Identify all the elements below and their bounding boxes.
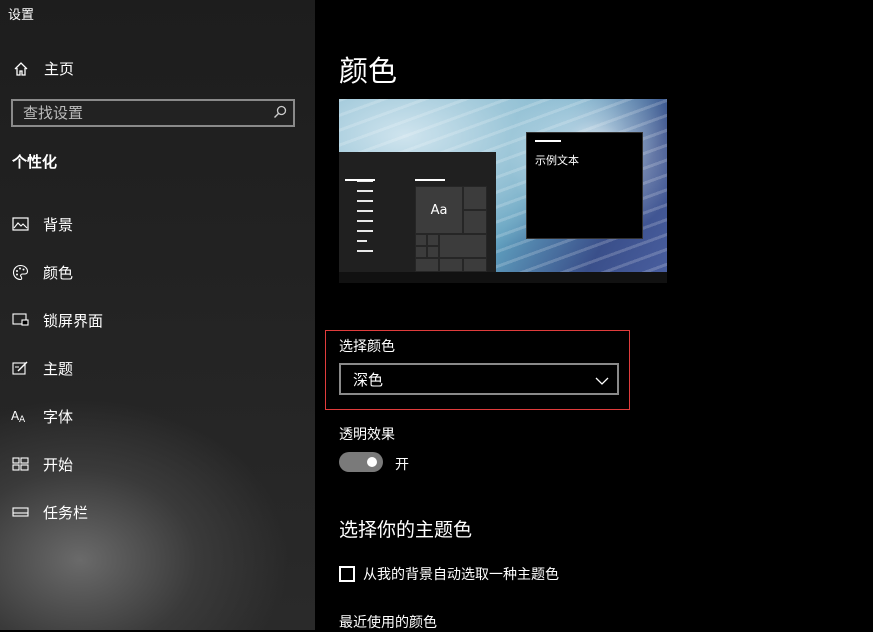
search-box[interactable] bbox=[11, 99, 295, 127]
choose-color-label: 选择颜色 bbox=[339, 339, 395, 355]
sidebar-item-label: 字体 bbox=[43, 407, 74, 426]
home-nav-item[interactable]: 主页 bbox=[12, 58, 74, 79]
sidebar-item-lock-screen[interactable]: 锁屏界面 bbox=[0, 296, 315, 344]
theme-icon bbox=[11, 359, 29, 377]
svg-text:A: A bbox=[19, 415, 26, 423]
accent-color-title: 选择你的主题色 bbox=[339, 519, 473, 541]
section-title: 个性化 bbox=[12, 153, 58, 171]
page-title: 颜色 bbox=[339, 54, 398, 88]
sidebar-item-theme[interactable]: 主题 bbox=[0, 344, 315, 392]
preview-window: 示例文本 bbox=[526, 132, 643, 239]
preview-tile bbox=[463, 186, 487, 210]
auto-accent-checkbox[interactable] bbox=[339, 566, 355, 582]
chevron-down-icon bbox=[595, 370, 609, 389]
color-mode-dropdown[interactable]: 深色 bbox=[339, 363, 619, 395]
preview-start-menu: Aa bbox=[339, 152, 496, 272]
font-icon: AA bbox=[11, 407, 29, 425]
search-icon[interactable] bbox=[273, 104, 287, 123]
preview-tile bbox=[463, 210, 487, 234]
sidebar-item-fonts[interactable]: AA 字体 bbox=[0, 392, 315, 440]
auto-accent-option[interactable]: 从我的背景自动选取一种主题色 bbox=[339, 564, 559, 584]
sidebar-item-label: 锁屏界面 bbox=[43, 311, 104, 330]
preview-window-titlebar bbox=[535, 140, 561, 142]
sidebar-nav: 背景 颜色 锁屏界面 主题 AA 字体 开始 任务栏 bbox=[0, 200, 315, 536]
preview-tile bbox=[427, 246, 439, 258]
sidebar-item-label: 开始 bbox=[43, 455, 74, 474]
preview-app-list bbox=[345, 180, 373, 260]
lock-screen-icon bbox=[11, 311, 29, 329]
sidebar-item-label: 背景 bbox=[43, 215, 74, 234]
sidebar-item-start[interactable]: 开始 bbox=[0, 440, 315, 488]
main-panel: 颜色 Aa 示例文本 选择颜色 深色 透明效果 开 选择你的主题色 从我的背景自… bbox=[315, 0, 873, 631]
recent-colors-label: 最近使用的颜色 bbox=[339, 615, 437, 631]
auto-accent-label: 从我的背景自动选取一种主题色 bbox=[363, 567, 559, 583]
start-icon bbox=[11, 455, 29, 473]
preview-sample-text: 示例文本 bbox=[535, 154, 579, 167]
transparency-state: 开 bbox=[395, 457, 409, 473]
home-label: 主页 bbox=[44, 60, 75, 78]
preview-tile bbox=[439, 234, 487, 258]
sidebar-item-colors[interactable]: 颜色 bbox=[0, 248, 315, 296]
sidebar-item-background[interactable]: 背景 bbox=[0, 200, 315, 248]
transparency-toggle[interactable] bbox=[339, 452, 383, 472]
toggle-knob bbox=[367, 457, 377, 467]
theme-preview: Aa 示例文本 bbox=[339, 99, 667, 283]
preview-tile bbox=[427, 234, 439, 246]
preview-tile bbox=[463, 258, 487, 272]
sidebar-item-taskbar[interactable]: 任务栏 bbox=[0, 488, 315, 536]
app-title: 设置 bbox=[8, 8, 35, 23]
preview-tiles-header bbox=[415, 179, 445, 181]
home-icon bbox=[12, 60, 30, 78]
preview-tile bbox=[439, 258, 463, 272]
sidebar-item-label: 任务栏 bbox=[43, 503, 89, 522]
transparency-label: 透明效果 bbox=[339, 427, 395, 443]
preview-tile bbox=[415, 234, 427, 246]
preview-taskbar bbox=[339, 272, 667, 283]
taskbar-icon bbox=[11, 503, 29, 521]
sidebar-item-label: 主题 bbox=[43, 359, 74, 378]
search-input[interactable] bbox=[23, 104, 263, 122]
sidebar: 设置 主页 个性化 背景 颜色 锁屏界面 bbox=[0, 0, 315, 630]
preview-tile bbox=[415, 246, 427, 258]
color-mode-value: 深色 bbox=[353, 370, 384, 389]
palette-icon bbox=[11, 263, 29, 281]
preview-tile-aa: Aa bbox=[415, 186, 463, 234]
preview-tile bbox=[415, 258, 439, 272]
sidebar-item-label: 颜色 bbox=[43, 263, 74, 282]
picture-icon bbox=[11, 215, 29, 233]
